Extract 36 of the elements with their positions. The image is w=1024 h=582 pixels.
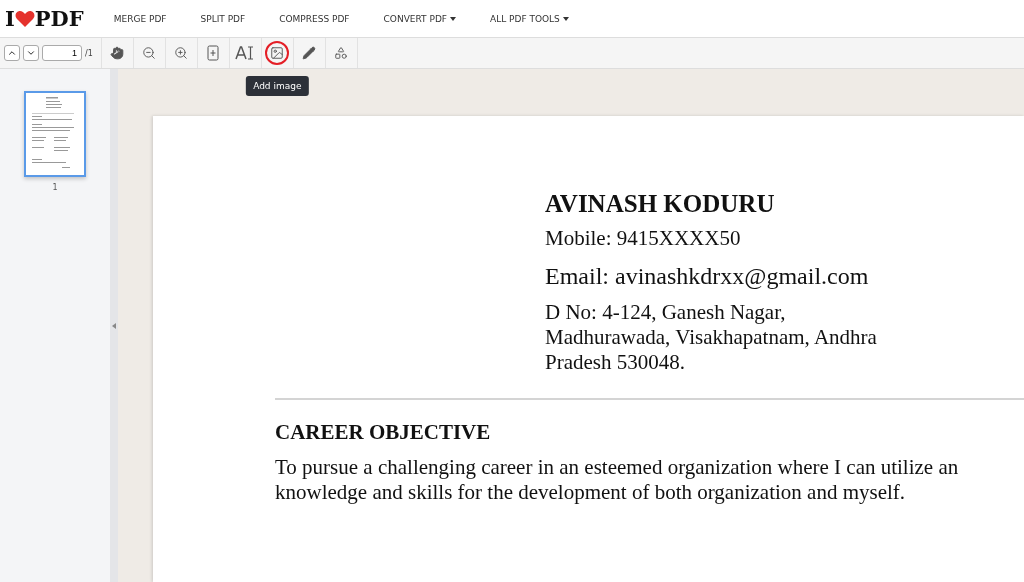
chevron-down-icon — [26, 48, 36, 58]
page-total: /1 — [85, 48, 93, 58]
page-thumbnail[interactable] — [24, 91, 86, 177]
tooltip: Add image — [246, 76, 309, 96]
email-text: Email: avinashkdrxx@gmail.com — [545, 263, 870, 290]
previous-page-button[interactable] — [4, 45, 20, 61]
nav-link[interactable]: COMPRESS PDF — [279, 13, 350, 24]
chevron-up-icon — [7, 48, 17, 58]
address-line: Pradesh 530048. — [545, 350, 686, 375]
text-tool-icon — [235, 46, 256, 60]
image-icon — [270, 46, 285, 60]
nav-link[interactable]: CONVERT PDF — [383, 13, 456, 24]
fit-page-icon — [207, 45, 220, 61]
section-heading: CAREER OBJECTIVE — [275, 420, 492, 445]
paragraph-line: To pursue a challenging career in an esteemed organization where I can utilize an — [275, 455, 960, 480]
hand-icon — [110, 46, 125, 60]
heart-icon — [14, 9, 35, 28]
zoom-out-icon — [142, 46, 157, 60]
mobile-text: Mobile: 9415XXXX50 — [545, 226, 742, 251]
pencil-icon — [302, 46, 317, 60]
collapse-icon — [112, 322, 116, 329]
paragraph-line: knowledge and skills for the development of both organization and myself. — [275, 480, 907, 505]
resume-name: AVINASH KODURU — [545, 190, 776, 218]
logo-text: PDF — [34, 6, 84, 31]
address-line: Madhurawada, Visakhapatnam, Andhra — [545, 325, 878, 350]
logo-text: I — [5, 6, 15, 31]
thumbnail-label: 1 — [52, 183, 58, 192]
nav-link[interactable]: ALL PDF TOOLS — [490, 13, 569, 24]
tool-button[interactable] — [265, 41, 290, 65]
zoom-in-icon — [174, 46, 189, 60]
next-page-button[interactable] — [23, 45, 39, 61]
address-line: D No: 4-124, Ganesh Nagar, — [545, 300, 787, 325]
shapes-icon — [334, 46, 349, 60]
page-number-field[interactable]: 1 — [42, 45, 82, 61]
nav-link[interactable]: SPLIT PDF — [200, 13, 246, 24]
nav-link[interactable]: MERGE PDF — [113, 13, 167, 24]
